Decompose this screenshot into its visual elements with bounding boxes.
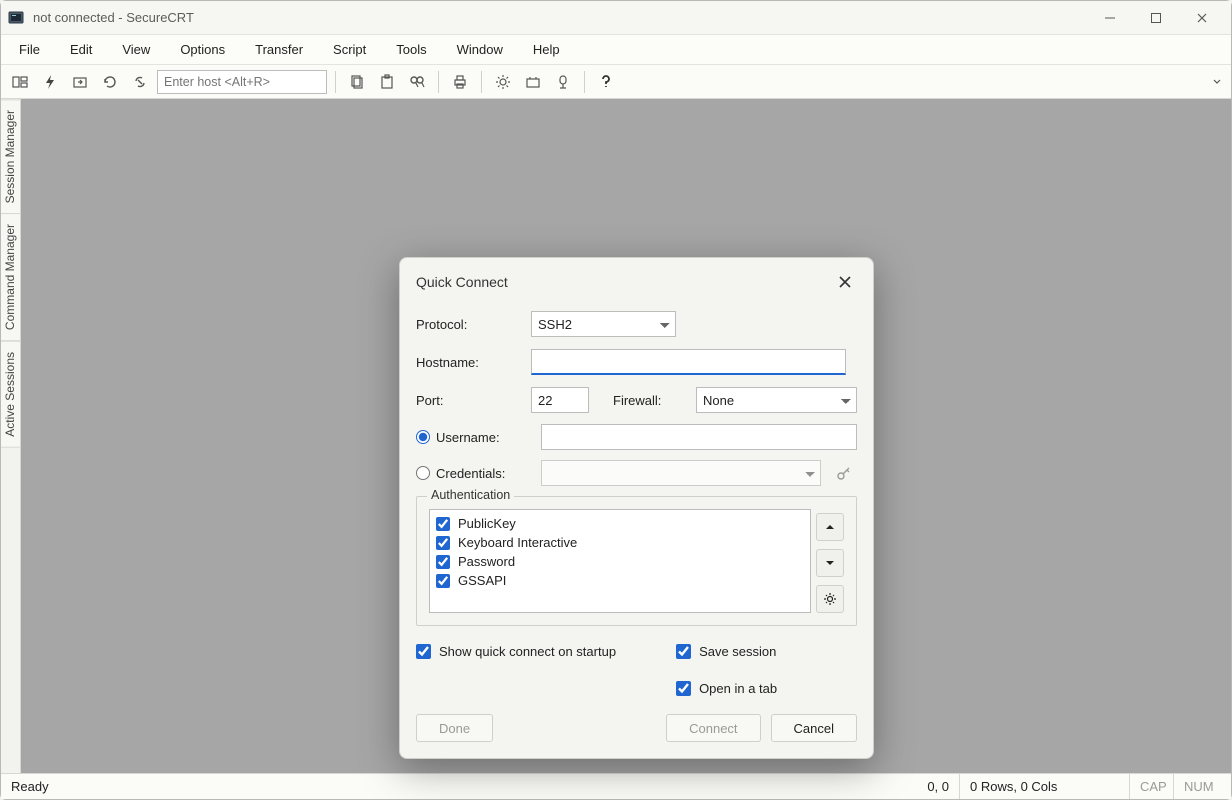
toolbar-overflow-icon[interactable] [1209,78,1225,86]
auth-properties-button[interactable] [816,585,844,613]
menu-view[interactable]: View [116,38,156,61]
main-area: Session Manager Command Manager Active S… [1,99,1231,773]
open-in-tab-label: Open in a tab [699,681,777,696]
status-ready: Ready [9,774,899,799]
protocol-label: Protocol: [416,317,531,332]
username-input[interactable] [541,424,857,450]
toolbar [1,65,1231,99]
hostname-input[interactable] [531,349,846,375]
credentials-radio[interactable] [416,466,430,480]
toolbar-separator [335,71,336,93]
menu-edit[interactable]: Edit [64,38,98,61]
toolbar-separator [584,71,585,93]
cancel-button[interactable]: Cancel [771,714,857,742]
auth-checkbox-publickey[interactable] [436,517,450,531]
close-button[interactable] [1179,4,1225,32]
print-icon[interactable] [447,69,473,95]
move-down-button[interactable] [816,549,844,577]
sidebar-tab-command-manager[interactable]: Command Manager [1,213,20,341]
sidebar-tab-active-sessions[interactable]: Active Sessions [1,341,20,448]
save-session-label: Save session [699,644,776,659]
app-icon [7,9,25,27]
dialog-title: Quick Connect [416,274,833,290]
maximize-button[interactable] [1133,4,1179,32]
status-cursor: 0, 0 [899,774,959,799]
authentication-groupbox: Authentication PublicKey Keyboard Intera… [416,496,857,626]
save-session-checkbox[interactable] [676,644,691,659]
hostname-label: Hostname: [416,355,531,370]
credentials-select[interactable] [541,460,821,486]
session-options-icon[interactable] [490,69,516,95]
username-label: Username: [436,430,531,445]
auth-item-keyboard-interactive: Keyboard Interactive [436,533,804,552]
menu-bar: File Edit View Options Transfer Script T… [1,35,1231,65]
show-on-startup-label: Show quick connect on startup [439,644,616,659]
auth-checkbox-gssapi[interactable] [436,574,450,588]
credentials-label: Credentials: [436,466,531,481]
connect-button[interactable]: Connect [666,714,760,742]
auth-checkbox-keyboard-interactive[interactable] [436,536,450,550]
authentication-list[interactable]: PublicKey Keyboard Interactive Password [429,509,811,613]
menu-file[interactable]: File [13,38,46,61]
quick-connect-dialog: Quick Connect Protocol: SSH2 [399,257,874,759]
sidebar-tab-session-manager[interactable]: Session Manager [1,99,20,213]
auth-label: GSSAPI [458,573,506,588]
find-icon[interactable] [404,69,430,95]
terminal-canvas: Quick Connect Protocol: SSH2 [21,99,1231,773]
auth-label: PublicKey [458,516,516,531]
window-controls [1087,4,1225,32]
help-icon[interactable] [593,69,619,95]
port-label: Port: [416,393,531,408]
menu-options[interactable]: Options [174,38,231,61]
protocol-select[interactable]: SSH2 [531,311,676,337]
username-radio[interactable] [416,430,430,444]
menu-window[interactable]: Window [451,38,509,61]
auth-item-publickey: PublicKey [436,514,804,533]
reconnect-icon[interactable] [97,69,123,95]
disconnect-icon[interactable] [127,69,153,95]
minimize-button[interactable] [1087,4,1133,32]
menu-script[interactable]: Script [327,38,372,61]
menu-help[interactable]: Help [527,38,566,61]
done-button[interactable]: Done [416,714,493,742]
sidebar-tabs: Session Manager Command Manager Active S… [1,99,21,773]
toolbar-separator [438,71,439,93]
host-input[interactable] [157,70,327,94]
port-input[interactable] [531,387,589,413]
quick-connect-icon[interactable] [37,69,63,95]
window-title: not connected - SecureCRT [33,10,1087,25]
toolbar-separator [481,71,482,93]
credentials-manager-icon[interactable] [831,460,857,486]
connect-in-tab-icon[interactable] [67,69,93,95]
paste-icon[interactable] [374,69,400,95]
keymap-icon[interactable] [550,69,576,95]
auth-item-gssapi: GSSAPI [436,571,804,590]
dialog-close-button[interactable] [833,270,857,294]
status-num: NUM [1173,774,1223,799]
open-in-tab-checkbox[interactable] [676,681,691,696]
title-bar: not connected - SecureCRT [1,1,1231,35]
status-size: 0 Rows, 0 Cols [959,774,1129,799]
firewall-label: Firewall: [613,393,678,408]
auth-label: Password [458,554,515,569]
authentication-legend: Authentication [427,488,514,502]
status-cap: CAP [1129,774,1173,799]
status-bar: Ready 0, 0 0 Rows, 0 Cols CAP NUM [1,773,1231,799]
firewall-select[interactable]: None [696,387,857,413]
global-options-icon[interactable] [520,69,546,95]
move-up-button[interactable] [816,513,844,541]
auth-label: Keyboard Interactive [458,535,577,550]
copy-icon[interactable] [344,69,370,95]
session-manager-icon[interactable] [7,69,33,95]
auth-checkbox-password[interactable] [436,555,450,569]
menu-tools[interactable]: Tools [390,38,432,61]
show-on-startup-checkbox[interactable] [416,644,431,659]
menu-transfer[interactable]: Transfer [249,38,309,61]
auth-item-password: Password [436,552,804,571]
dialog-overlay: Quick Connect Protocol: SSH2 [21,99,1231,773]
